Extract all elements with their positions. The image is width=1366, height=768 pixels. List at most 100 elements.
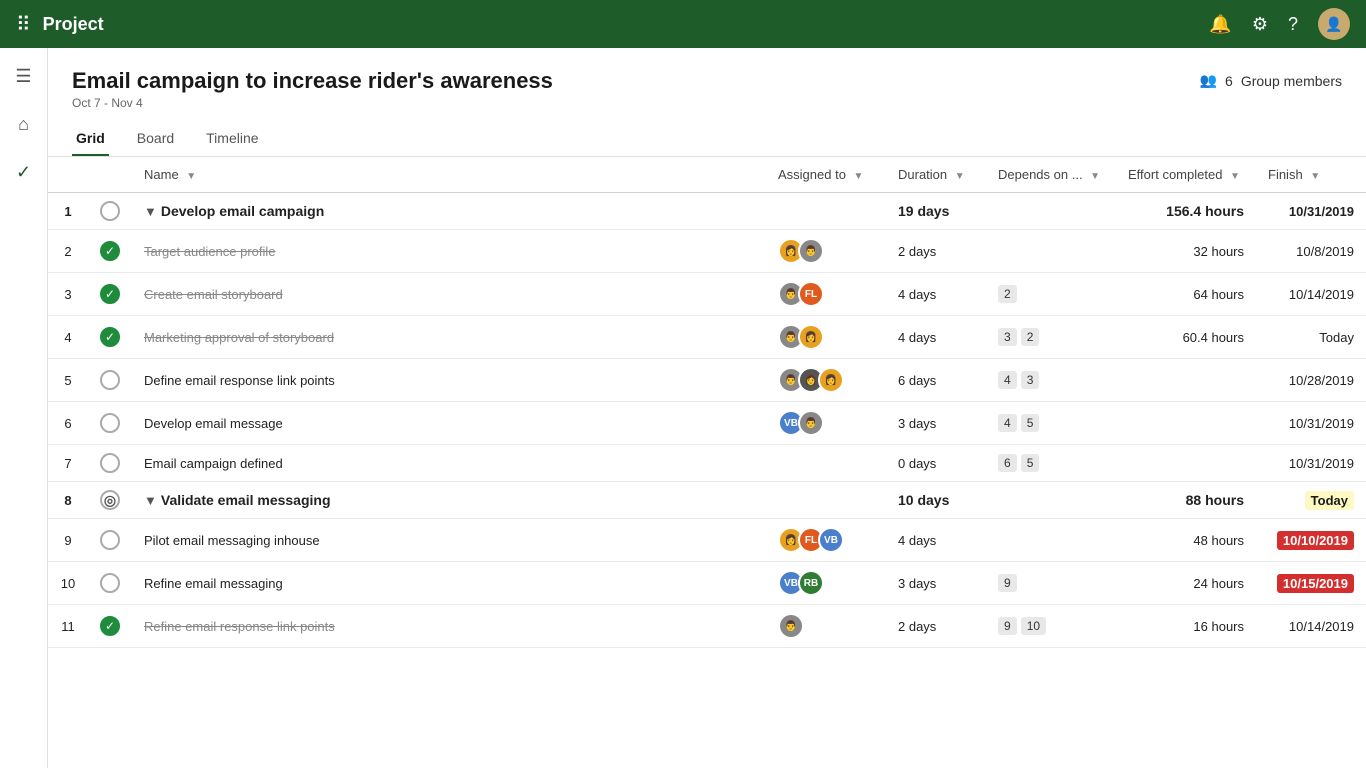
apps-icon[interactable]: ⠿ (16, 12, 31, 37)
task-name-cell: Email campaign defined (132, 445, 766, 482)
finish-cell: 10/14/2019 (1256, 605, 1366, 648)
sidebar-check-icon[interactable]: ✓ (4, 152, 44, 192)
user-avatar[interactable]: 👤 (1318, 8, 1350, 40)
duration-value: 0 days (898, 456, 936, 471)
assigned-cell: 👩FLVB (766, 519, 886, 562)
page-header: Email campaign to increase rider's aware… (48, 48, 1366, 157)
tab-timeline[interactable]: Timeline (202, 122, 262, 156)
table-row: 1 ▼Develop email campaign 19 days 156.4 … (48, 193, 1366, 230)
task-checkbox-empty[interactable] (100, 530, 120, 550)
avatar: 👩 (798, 324, 824, 350)
row-number: 10 (48, 562, 88, 605)
duration-cell: 10 days (886, 482, 986, 519)
name-sort-icon: ▼ (186, 171, 196, 182)
task-name: Refine email response link points (144, 619, 335, 634)
finish-date: 10/31/2019 (1289, 416, 1354, 431)
sidebar-home-icon[interactable]: ⌂ (4, 104, 44, 144)
help-icon[interactable]: ? (1288, 14, 1298, 35)
effort-cell (1116, 359, 1256, 402)
col-header-duration[interactable]: Duration ▼ (886, 157, 986, 193)
col-header-name[interactable]: Name ▼ (132, 157, 766, 193)
duration-cell: 4 days (886, 316, 986, 359)
finish-date: Today (1319, 330, 1354, 345)
table-header-row: Name ▼ Assigned to ▼ Duration ▼ Depends … (48, 157, 1366, 193)
depends-cell: 43 (986, 359, 1116, 402)
task-checkbox-empty[interactable] (100, 413, 120, 433)
effort-cell: 16 hours (1116, 605, 1256, 648)
task-checkbox-empty[interactable] (100, 453, 120, 473)
task-checkbox-empty[interactable] (100, 573, 120, 593)
avatar: RB (798, 570, 824, 596)
col-header-assigned[interactable]: Assigned to ▼ (766, 157, 886, 193)
table-row: 10 Refine email messaging VBRB 3 days 9 … (48, 562, 1366, 605)
settings-icon[interactable]: ⚙ (1252, 14, 1268, 35)
duration-value: 3 days (898, 576, 936, 591)
effort-cell: 48 hours (1116, 519, 1256, 562)
duration-value: 3 days (898, 416, 936, 431)
dep-badge: 9 (998, 617, 1017, 635)
finish-cell: 10/14/2019 (1256, 273, 1366, 316)
task-checkbox-checked[interactable]: ✓ (100, 327, 120, 347)
effort-cell: 64 hours (1116, 273, 1256, 316)
avatar: 👩 (818, 367, 844, 393)
collapse-icon[interactable]: ▼ (144, 204, 157, 219)
task-name: Create email storyboard (144, 287, 283, 302)
dep-badge: 3 (1021, 371, 1040, 389)
col-header-effort[interactable]: Effort completed ▼ (1116, 157, 1256, 193)
finish-cell: 10/15/2019 (1256, 562, 1366, 605)
sidebar-menu-icon[interactable]: ☰ (4, 56, 44, 96)
effort-cell: 88 hours (1116, 482, 1256, 519)
duration-value: 4 days (898, 533, 936, 548)
effort-value: 88 hours (1186, 492, 1244, 508)
finish-cell: 10/31/2019 (1256, 402, 1366, 445)
notification-icon[interactable]: 🔔 (1209, 14, 1231, 35)
table-row: 9 Pilot email messaging inhouse 👩FLVB 4 … (48, 519, 1366, 562)
row-check (88, 519, 132, 562)
assigned-cell: 👨👩👩 (766, 359, 886, 402)
finish-cell: 10/31/2019 (1256, 193, 1366, 230)
table-row: 11 ✓ Refine email response link points 👨… (48, 605, 1366, 648)
effort-value: 60.4 hours (1183, 330, 1244, 345)
depends-cell: 2 (986, 273, 1116, 316)
finish-cell: 10/28/2019 (1256, 359, 1366, 402)
row-number: 11 (48, 605, 88, 648)
task-name: Pilot email messaging inhouse (144, 533, 320, 548)
task-name-cell: Define email response link points (132, 359, 766, 402)
effort-value: 156.4 hours (1166, 203, 1244, 219)
task-checkbox-empty[interactable] (100, 201, 120, 221)
col-header-check (88, 157, 132, 193)
dep-badge: 4 (998, 371, 1017, 389)
finish-date: 10/14/2019 (1289, 287, 1354, 302)
tab-grid[interactable]: Grid (72, 122, 109, 156)
group-members[interactable]: 👥 6 Group members (1200, 72, 1342, 89)
avatar: 👨 (798, 238, 824, 264)
row-number: 2 (48, 230, 88, 273)
col-header-finish[interactable]: Finish ▼ (1256, 157, 1366, 193)
tab-board[interactable]: Board (133, 122, 178, 156)
group-members-label: Group members (1241, 73, 1342, 89)
row-number: 5 (48, 359, 88, 402)
task-checkbox-partial[interactable]: ◎ (100, 490, 120, 510)
assigned-cell: VB👨 (766, 402, 886, 445)
depends-cell (986, 482, 1116, 519)
task-checkbox-checked[interactable]: ✓ (100, 241, 120, 261)
col-header-depends[interactable]: Depends on ... ▼ (986, 157, 1116, 193)
left-sidebar: ☰ ⌂ ✓ (0, 48, 48, 768)
task-checkbox-checked[interactable]: ✓ (100, 616, 120, 636)
dep-badge: 10 (1021, 617, 1046, 635)
effort-value: 24 hours (1193, 576, 1244, 591)
task-tbody: 1 ▼Develop email campaign 19 days 156.4 … (48, 193, 1366, 648)
main-layout: ☰ ⌂ ✓ Email campaign to increase rider's… (0, 48, 1366, 768)
finish-date: 10/31/2019 (1289, 204, 1354, 219)
effort-value: 16 hours (1193, 619, 1244, 634)
task-checkbox-empty[interactable] (100, 370, 120, 390)
finish-date: 10/14/2019 (1289, 619, 1354, 634)
depends-cell: 45 (986, 402, 1116, 445)
duration-cell: 6 days (886, 359, 986, 402)
title-block: Email campaign to increase rider's aware… (72, 68, 553, 110)
task-checkbox-checked[interactable]: ✓ (100, 284, 120, 304)
task-name-cell: Refine email response link points (132, 605, 766, 648)
row-check (88, 359, 132, 402)
collapse-icon[interactable]: ▼ (144, 493, 157, 508)
assigned-cell: 👨 (766, 605, 886, 648)
